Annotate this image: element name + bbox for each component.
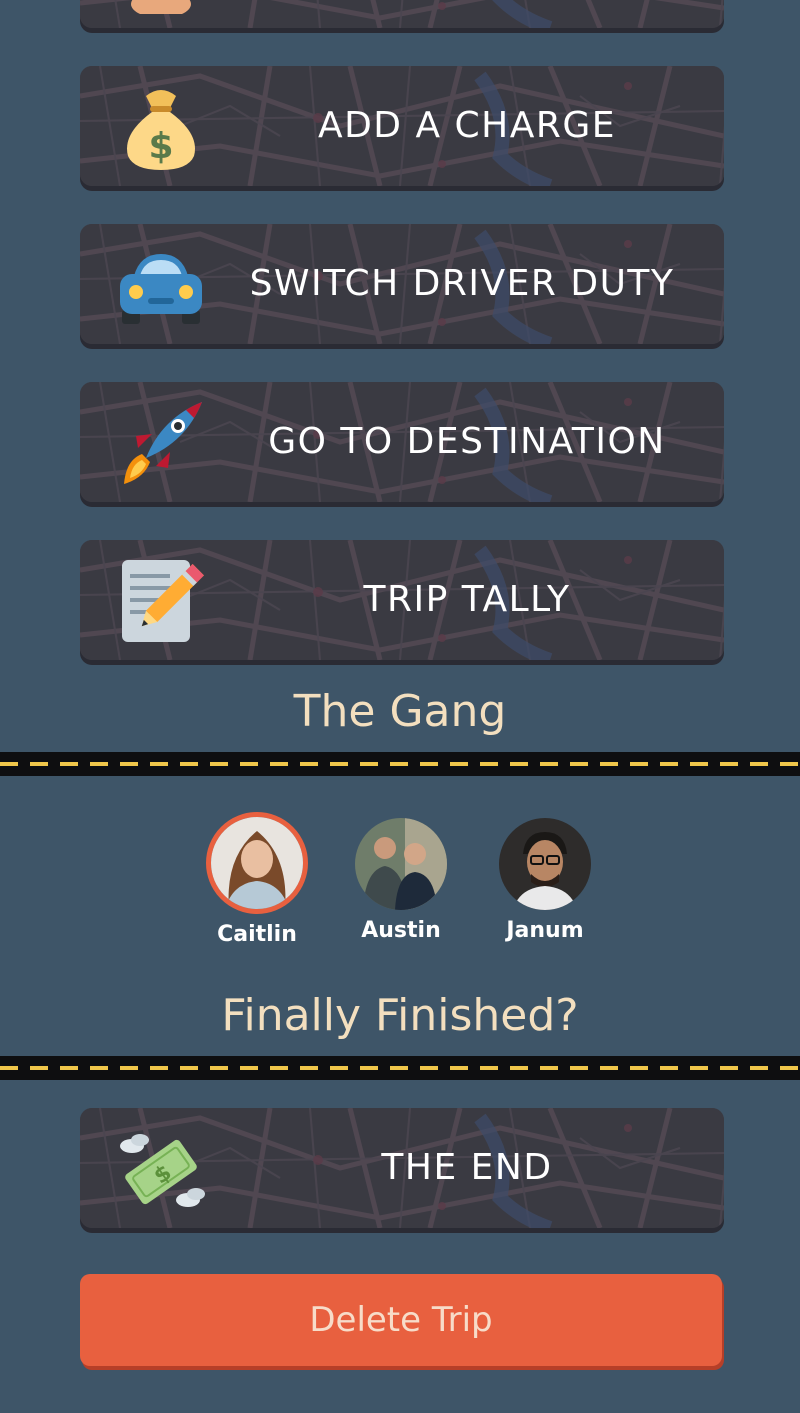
finish-title: Finally Finished? [221, 990, 579, 1041]
money-bag-icon: $ [127, 90, 195, 170]
member-name: Austin [361, 918, 441, 943]
partial-action-button[interactable] [80, 0, 724, 28]
member-name: Janum [506, 918, 584, 943]
member-name: Caitlin [217, 922, 297, 947]
go-to-destination-label: GO TO DESTINATION [268, 421, 666, 462]
member-caitlin[interactable]: Caitlin [197, 812, 317, 947]
delete-trip-button[interactable]: Delete Trip [80, 1274, 722, 1366]
avatar [499, 818, 591, 910]
member-austin[interactable]: Austin [341, 818, 461, 943]
the-end-button[interactable]: $ THE END [80, 1108, 724, 1228]
switch-driver-label: SWITCH DRIVER DUTY [249, 263, 675, 304]
add-charge-label: ADD A CHARGE [317, 105, 617, 146]
add-charge-button[interactable]: $ ADD A CHARGE [80, 66, 724, 186]
rocket-icon [124, 402, 202, 484]
trip-tally-button[interactable]: TRIP TALLY [80, 540, 724, 660]
the-end-label: THE END [381, 1147, 553, 1188]
trip-tally-label: TRIP TALLY [363, 579, 571, 620]
go-to-destination-button[interactable]: GO TO DESTINATION [80, 382, 724, 502]
avatar [206, 812, 308, 914]
svg-text:$: $ [148, 126, 173, 167]
switch-driver-button[interactable]: SWITCH DRIVER DUTY [80, 224, 724, 344]
road-divider [0, 752, 800, 776]
flying-money-icon: $ [120, 1134, 205, 1207]
gang-title: The Gang [293, 686, 507, 737]
memo-icon [122, 560, 204, 642]
avatar [355, 818, 447, 910]
road-divider [0, 1056, 800, 1080]
member-janum[interactable]: Janum [485, 818, 605, 943]
car-icon [120, 254, 202, 324]
hand-icon [131, 0, 191, 14]
